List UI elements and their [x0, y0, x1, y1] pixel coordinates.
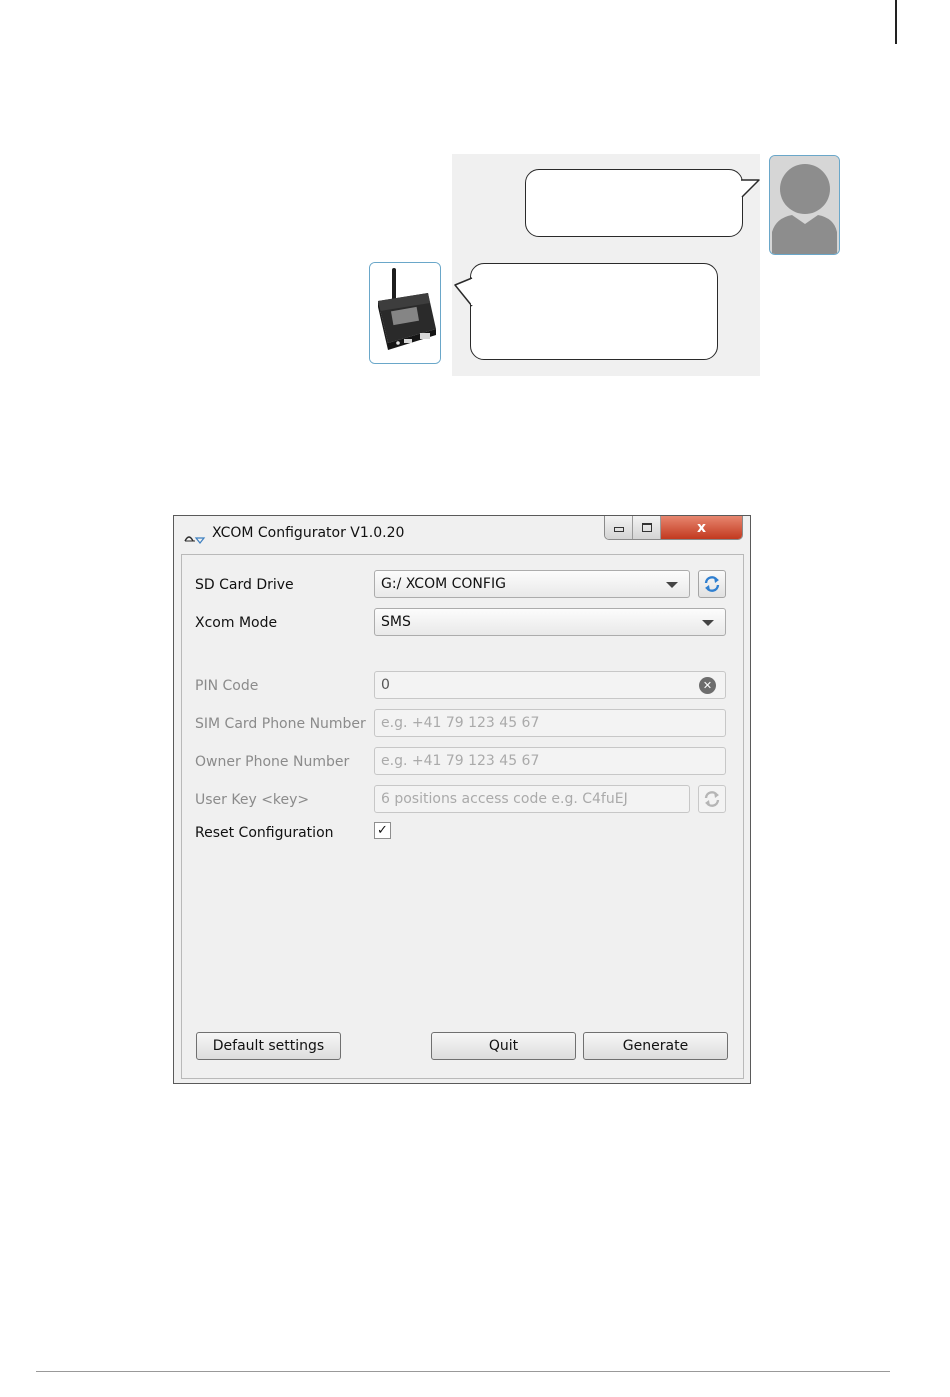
user-key-placeholder: 6 positions access code e.g. C4fuEJ: [381, 791, 628, 807]
pin-code-input[interactable]: 0 ✕: [374, 671, 726, 699]
user-bubble-tail: [740, 179, 760, 198]
sd-card-drive-value: G:/ XCOM CONFIG: [381, 576, 506, 592]
footer-divider: [36, 1371, 890, 1372]
xcom-device-image: [369, 262, 441, 364]
pin-code-label: PIN Code: [195, 678, 259, 694]
clear-icon[interactable]: ✕: [699, 677, 716, 694]
owner-phone-label: Owner Phone Number: [195, 754, 350, 770]
reset-configuration-label: Reset Configuration: [195, 825, 334, 841]
refresh-icon: [704, 791, 720, 807]
owner-phone-input[interactable]: e.g. +41 79 123 45 67: [374, 747, 726, 775]
refresh-drives-button[interactable]: [698, 570, 726, 598]
reset-configuration-checkbox[interactable]: ✓: [374, 822, 391, 839]
xcom-mode-select[interactable]: SMS: [374, 608, 726, 636]
sd-card-drive-label: SD Card Drive: [195, 577, 294, 593]
sd-card-drive-select[interactable]: G:/ XCOM CONFIG: [374, 570, 690, 598]
xcom-mode-label: Xcom Mode: [195, 615, 278, 631]
quit-button[interactable]: Quit: [431, 1032, 576, 1060]
chevron-down-icon: [702, 620, 714, 626]
page-edge-mark: [895, 0, 897, 44]
xcom-mode-value: SMS: [381, 614, 411, 630]
generate-button[interactable]: Generate: [583, 1032, 728, 1060]
sim-phone-label: SIM Card Phone Number: [195, 716, 366, 732]
user-avatar-icon: [769, 155, 840, 255]
user-key-input[interactable]: 6 positions access code e.g. C4fuEJ: [374, 785, 690, 813]
user-key-label: User Key <key>: [195, 792, 310, 808]
device-speech-bubble: [470, 263, 718, 360]
owner-phone-placeholder: e.g. +41 79 123 45 67: [381, 753, 540, 769]
generate-key-button[interactable]: [698, 785, 726, 813]
default-settings-button[interactable]: Default settings: [196, 1032, 341, 1060]
refresh-icon: [704, 576, 720, 592]
sim-phone-input[interactable]: e.g. +41 79 123 45 67: [374, 709, 726, 737]
device-bubble-tail: [454, 277, 474, 307]
chevron-down-icon: [666, 582, 678, 588]
sim-phone-placeholder: e.g. +41 79 123 45 67: [381, 715, 540, 731]
pin-code-value: 0: [381, 677, 390, 693]
user-speech-bubble: [525, 169, 743, 237]
